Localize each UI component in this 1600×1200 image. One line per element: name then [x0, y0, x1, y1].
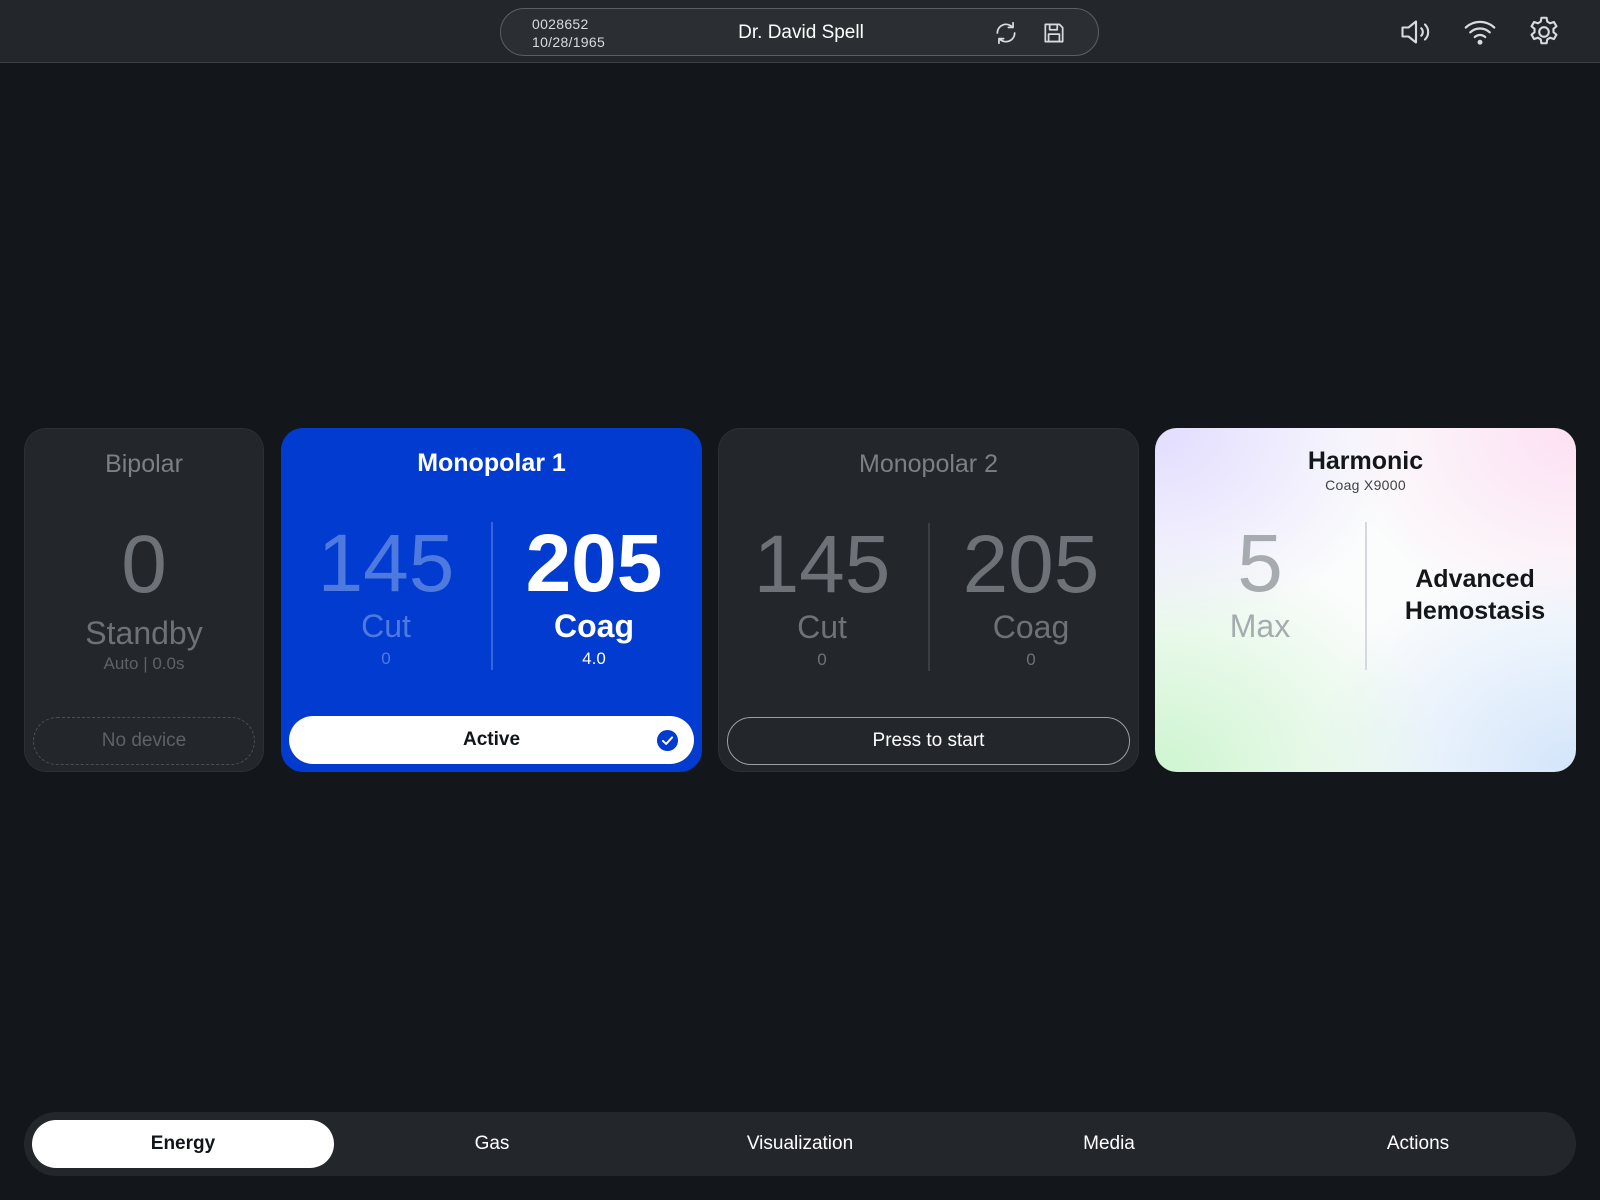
volume-icon[interactable]: [1398, 14, 1434, 50]
monopolar-2-cut[interactable]: 145 Cut 0: [722, 523, 922, 670]
harmonic-level[interactable]: 5 Max: [1160, 518, 1360, 645]
monopolar-1-coag-value: 205: [525, 518, 663, 609]
bipolar-mode: Standby: [85, 615, 203, 651]
patient-info-pill[interactable]: 0028652 10/28/1965 Dr. David Spell: [500, 8, 1099, 56]
harmonic-divider: [1365, 522, 1367, 670]
monopolar-1-title: Monopolar 1: [417, 449, 566, 477]
harmonic-mode-line2: Hemostasis: [1404, 597, 1546, 625]
monopolar-2-cut-value: 145: [753, 519, 891, 610]
monopolar-1-coag[interactable]: 205 Coag 4.0: [494, 522, 694, 669]
monopolar-2-coag-sub: 0: [1026, 650, 1036, 669]
patient-id: 0028652: [532, 16, 589, 32]
monopolar-2-coag-value: 205: [962, 519, 1100, 610]
monopolar-1-cut-label: Cut: [361, 608, 411, 644]
tab-energy[interactable]: Energy: [32, 1120, 334, 1168]
tab-visualization[interactable]: Visualization: [649, 1120, 951, 1168]
wifi-icon[interactable]: [1462, 14, 1498, 50]
bipolar-card[interactable]: Bipolar 0 Standby Auto | 0.0s No device: [24, 428, 264, 772]
bipolar-settings: Auto | 0.0s: [103, 654, 185, 673]
refresh-icon[interactable]: [993, 20, 1019, 46]
bipolar-power-value: 0: [121, 519, 167, 610]
monopolar-1-coag-sub: 4.0: [582, 649, 606, 668]
monopolar-2-title: Monopolar 2: [859, 450, 998, 478]
top-bar: 0028652 10/28/1965 Dr. David Spell: [0, 0, 1600, 63]
bipolar-title: Bipolar: [105, 450, 183, 478]
monopolar-1-coag-label: Coag: [554, 608, 634, 644]
monopolar-1-active-label: Active: [462, 729, 521, 750]
patient-dob: 10/28/1965: [532, 34, 606, 50]
tab-media[interactable]: Media: [958, 1120, 1260, 1168]
monopolar-2-start-button[interactable]: Press to start: [727, 717, 1130, 765]
monopolar-1-cut[interactable]: 145 Cut 0: [286, 522, 486, 669]
harmonic-mode-line1: Advanced: [1415, 565, 1535, 593]
monopolar-1-cut-sub: 0: [381, 649, 391, 668]
harmonic-card[interactable]: Harmonic Coag X9000 5 Max Advanced Hemos…: [1155, 428, 1576, 772]
harmonic-title: Harmonic: [1307, 447, 1424, 475]
monopolar-2-cut-sub: 0: [817, 650, 827, 669]
harmonic-mode[interactable]: Advanced Hemostasis: [1375, 563, 1575, 627]
monopolar-2-coag[interactable]: 205 Coag 0: [931, 523, 1131, 670]
monopolar-1-active-button[interactable]: Active: [289, 716, 694, 764]
harmonic-device: Coag X9000: [1325, 477, 1406, 493]
monopolar-2-divider: [928, 523, 930, 671]
doctor-name: Dr. David Spell: [738, 22, 864, 43]
settings-icon[interactable]: [1526, 14, 1562, 50]
check-circle-icon: [656, 729, 679, 752]
monopolar-2-coag-label: Coag: [992, 609, 1070, 645]
monopolar-1-divider: [491, 522, 493, 670]
monopolar-1-card[interactable]: Monopolar 1 145 Cut 0 205 Coag 4.0 Activ…: [281, 428, 702, 772]
monopolar-1-cut-value: 145: [317, 518, 455, 609]
save-icon[interactable]: [1041, 20, 1067, 46]
harmonic-level-value: 5: [1237, 518, 1283, 609]
bipolar-no-device: No device: [33, 717, 255, 765]
monopolar-2-card[interactable]: Monopolar 2 145 Cut 0 205 Coag 0 Press t…: [718, 428, 1139, 772]
tab-gas[interactable]: Gas: [341, 1120, 643, 1168]
bottom-nav: Energy Gas Visualization Media Actions: [24, 1112, 1576, 1176]
harmonic-level-label: Max: [1229, 608, 1291, 644]
monopolar-2-cut-label: Cut: [797, 609, 847, 645]
tab-actions[interactable]: Actions: [1267, 1120, 1569, 1168]
